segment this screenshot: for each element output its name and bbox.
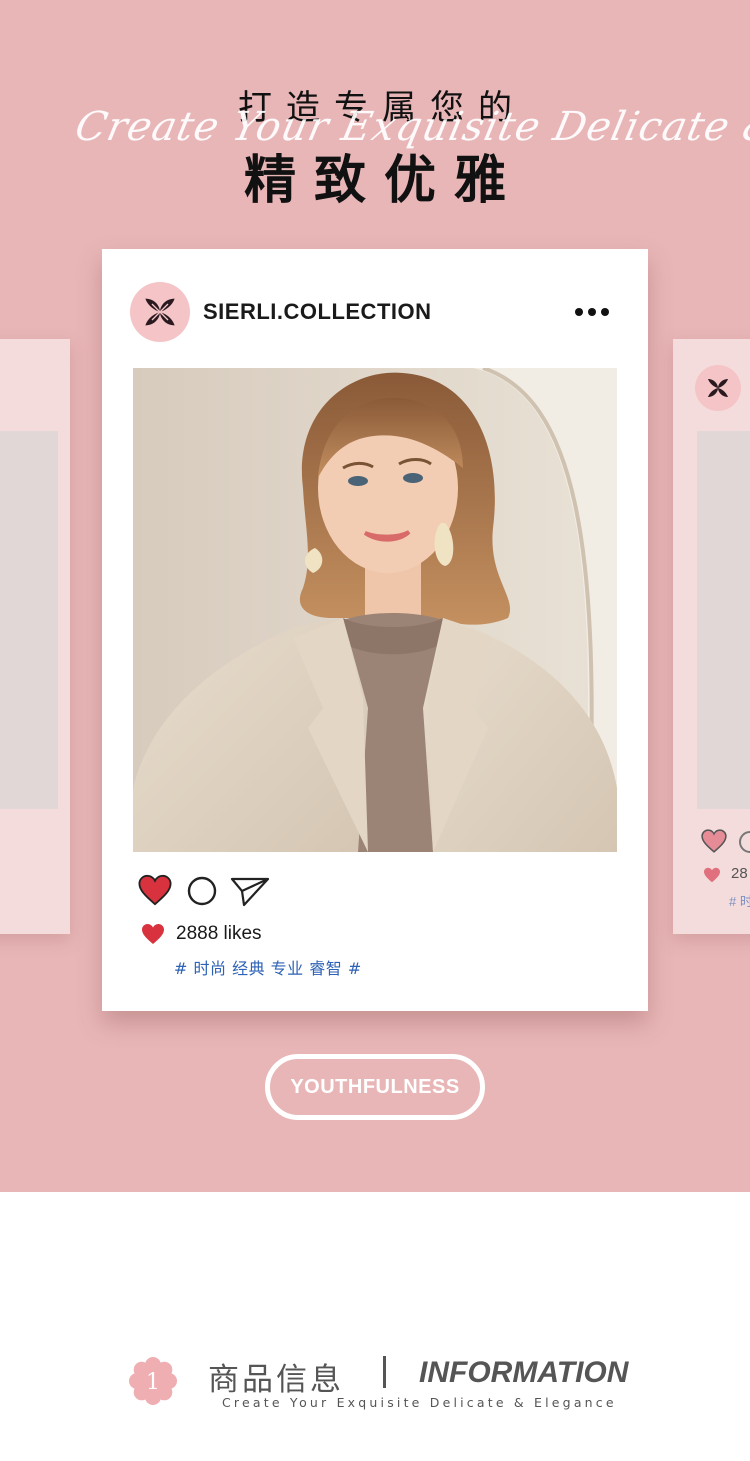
info-number: 1 xyxy=(146,1370,160,1395)
comment-icon[interactable] xyxy=(739,831,750,853)
side-card-right[interactable]: 28 # 时 xyxy=(673,339,750,934)
side-card-left[interactable] xyxy=(0,339,70,934)
youthfulness-button[interactable]: YOUTHFULNESS xyxy=(265,1054,485,1120)
hero-title-main: 精致优雅 xyxy=(243,151,524,211)
post-username[interactable]: SIERLI.COLLECTION xyxy=(203,299,432,325)
side-card-left-image xyxy=(0,431,58,809)
send-icon[interactable] xyxy=(230,875,270,907)
info-title-cn: 商品信息 xyxy=(208,1362,344,1398)
avatar[interactable] xyxy=(130,282,190,342)
info-subtitle: Create Your Exquisite Delicate & Eleganc… xyxy=(222,1395,617,1410)
heart-icon[interactable] xyxy=(701,829,727,853)
info-divider xyxy=(383,1356,386,1388)
likes-count: 2888 likes xyxy=(176,923,262,944)
post-tags[interactable]: # 时尚 经典 专业 睿智 # xyxy=(174,955,362,979)
side-likes-text: 28 xyxy=(731,865,748,882)
side-tags-text: # 时 xyxy=(729,894,750,909)
heart-icon[interactable] xyxy=(138,874,172,906)
hero-banner: 打造专属您的 Create Your Exquisite Delicate & … xyxy=(0,0,750,1192)
side-card-right-image xyxy=(697,431,750,809)
more-dots-icon[interactable] xyxy=(575,305,615,319)
brand-logo-icon xyxy=(145,298,175,326)
flower-number-icon: 1 xyxy=(129,1357,177,1405)
post-card: SIERLI.COLLECTION 2888 likes # 时尚 经典 专业 … xyxy=(102,249,648,1011)
post-photo[interactable] xyxy=(133,368,617,852)
brand-logo-icon xyxy=(695,365,741,411)
like-heart-icon xyxy=(704,867,720,883)
comment-icon[interactable] xyxy=(186,875,218,907)
information-section: 1 商品信息 INFORMATION Create Your Exquisite… xyxy=(0,1340,750,1420)
info-title-en: INFORMATION xyxy=(419,1356,629,1389)
like-heart-icon xyxy=(142,924,164,944)
